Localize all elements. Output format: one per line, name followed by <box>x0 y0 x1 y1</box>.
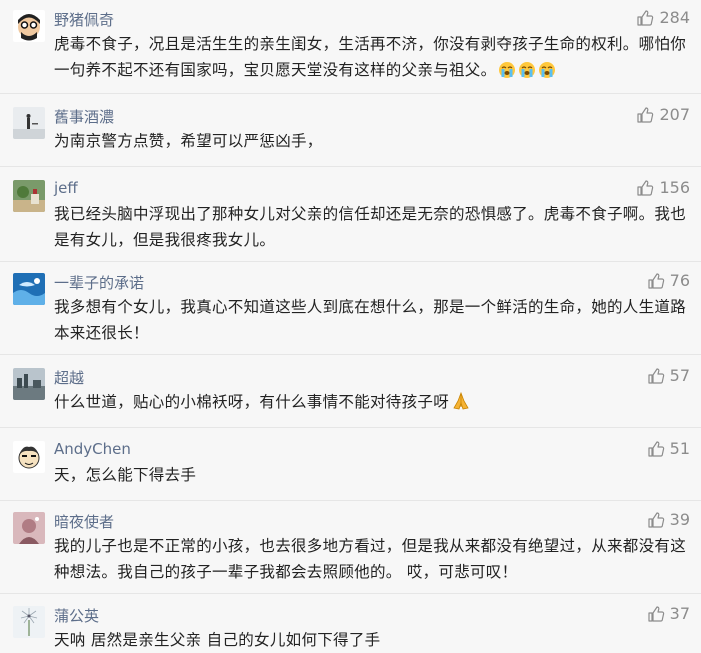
like-button[interactable]: 57 <box>647 366 690 385</box>
avatar[interactable] <box>13 368 45 400</box>
like-count: 156 <box>659 178 690 197</box>
like-button[interactable]: 156 <box>636 178 690 197</box>
thumbs-up-icon <box>637 106 654 123</box>
avatar[interactable] <box>13 606 45 638</box>
like-count: 37 <box>669 604 690 623</box>
avatar[interactable] <box>13 180 45 212</box>
like-count: 76 <box>669 271 690 290</box>
comment-body: 什么世道，贴心的小棉袄呀，有什么事情不能对待孩子呀 <box>54 393 450 411</box>
username[interactable]: AndyChen <box>54 440 131 458</box>
like-button[interactable]: 284 <box>636 8 690 27</box>
username[interactable]: 蒲公英 <box>54 605 99 626</box>
comment-text: 天，怎么能下得去手 <box>54 466 197 484</box>
comment-item: 野猪佩奇 284 虎毒不食子，况且是活生生的亲生闺女，生活再不济，你没有剥夺孩子… <box>0 0 701 94</box>
comment-item: 蒲公英 37 天呐 居然是亲生父亲 自己的女儿如何下得了手 <box>0 596 701 650</box>
thumbs-up-icon <box>637 179 654 196</box>
comment-text: 我的儿子也是不正常的小孩，也去很多地方看过，但是我从来都没有绝望过，从来都没有这… <box>54 537 687 581</box>
username[interactable]: 一辈子的承诺 <box>54 272 144 293</box>
praying-hands-icon <box>451 391 471 419</box>
username[interactable]: 野猪佩奇 <box>54 9 114 30</box>
like-count: 284 <box>659 8 690 27</box>
thumbs-up-icon <box>648 272 664 289</box>
like-count: 51 <box>669 439 690 458</box>
thumbs-up-icon <box>648 440 664 457</box>
username[interactable]: jeff <box>54 179 78 197</box>
username[interactable]: 暗夜使者 <box>54 511 114 532</box>
comment-body: 虎毒不食子，况且是活生生的亲生闺女，生活再不济，你没有剥夺孩子生命的权利。哪怕你… <box>54 35 687 79</box>
comment-text: 天呐 居然是亲生父亲 自己的女儿如何下得了手 <box>54 631 381 649</box>
avatar[interactable] <box>13 107 45 139</box>
like-button[interactable]: 51 <box>647 439 690 458</box>
comment-text: 为南京警方点赞，希望可以严惩凶手， <box>54 132 323 150</box>
thumbs-up-icon <box>648 367 664 384</box>
like-count: 207 <box>659 105 690 124</box>
comment-text: 什么世道，贴心的小棉袄呀，有什么事情不能对待孩子呀 <box>54 389 694 419</box>
like-button[interactable]: 207 <box>636 105 690 124</box>
like-count: 39 <box>669 510 690 529</box>
comment-text: 我多想有个女儿，我真心不知道这些人到底在想什么，那是一个鲜活的生命，她的人生道路… <box>54 298 687 342</box>
thumbs-up-icon <box>648 605 664 622</box>
comment-item: jeff 156 我已经头脑中浮现出了那种女儿对父亲的信任却还是无奈的恐惧感了。… <box>0 170 701 262</box>
thumbs-up-icon <box>637 9 654 26</box>
crying-face-icon <box>538 61 556 87</box>
avatar[interactable] <box>13 441 45 473</box>
like-button[interactable]: 76 <box>647 271 690 290</box>
comment-item: 暗夜使者 39 我的儿子也是不正常的小孩，也去很多地方看过，但是我从来都没有绝望… <box>0 502 701 594</box>
avatar[interactable] <box>13 512 45 544</box>
username[interactable]: 舊事酒濃 <box>54 106 114 127</box>
comment-text: 我已经头脑中浮现出了那种女儿对父亲的信任却还是无奈的恐惧感了。虎毒不食子啊。我也… <box>54 205 687 249</box>
thumbs-up-icon <box>648 511 664 528</box>
comment-item: AndyChen 51 天，怎么能下得去手 <box>0 431 701 501</box>
like-button[interactable]: 37 <box>647 604 690 623</box>
avatar[interactable] <box>13 273 45 305</box>
like-button[interactable]: 39 <box>647 510 690 529</box>
comment-text: 虎毒不食子，况且是活生生的亲生闺女，生活再不济，你没有剥夺孩子生命的权利。哪怕你… <box>54 31 694 87</box>
comment-item: 超越 57 什么世道，贴心的小棉袄呀，有什么事情不能对待孩子呀 <box>0 358 701 428</box>
comment-item: 一辈子的承诺 76 我多想有个女儿，我真心不知道这些人到底在想什么，那是一个鲜活… <box>0 263 701 355</box>
comment-item: 舊事酒濃 207 为南京警方点赞，希望可以严惩凶手， <box>0 97 701 167</box>
like-count: 57 <box>669 366 690 385</box>
crying-face-icon <box>518 61 536 87</box>
username[interactable]: 超越 <box>54 367 84 388</box>
avatar[interactable] <box>13 10 45 42</box>
crying-face-icon <box>498 61 516 87</box>
comment-list: 野猪佩奇 284 虎毒不食子，况且是活生生的亲生闺女，生活再不济，你没有剥夺孩子… <box>0 0 701 650</box>
